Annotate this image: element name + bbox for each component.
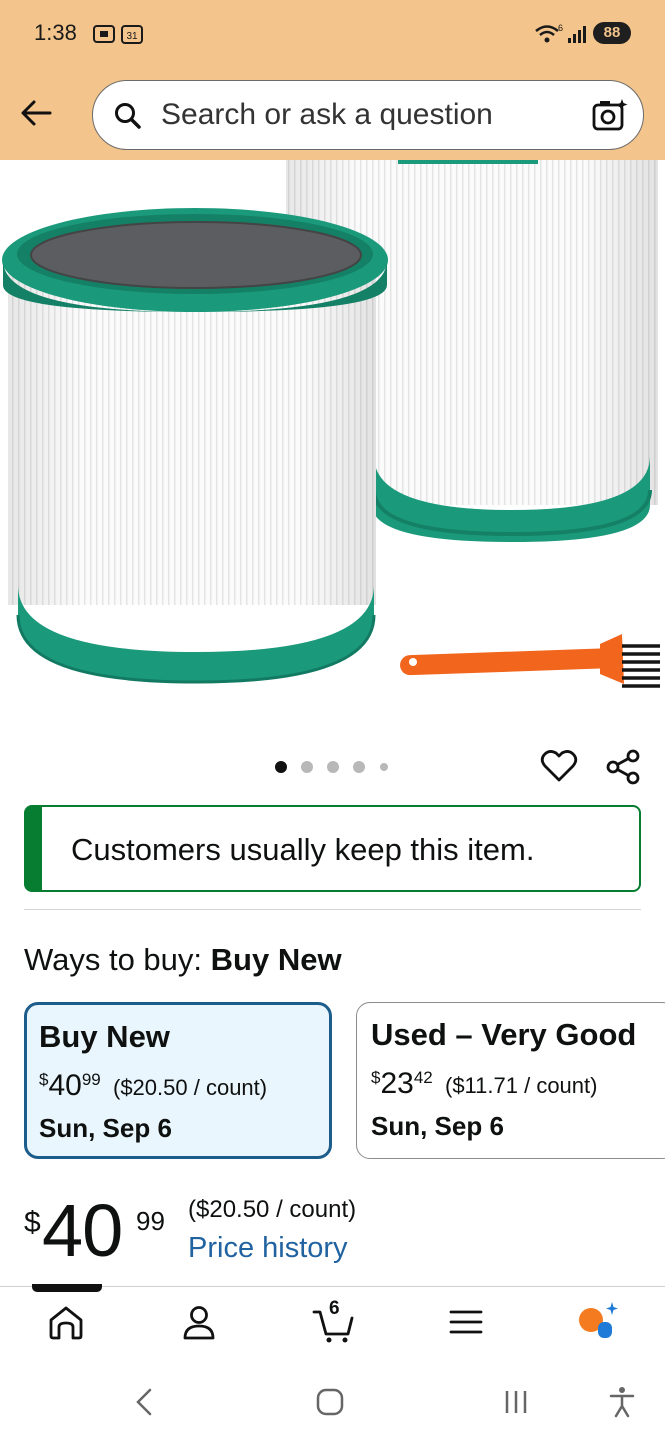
calendar-day: 31 — [126, 31, 138, 42]
product-image[interactable] — [0, 160, 665, 720]
notice-text: Customers usually keep this item. — [71, 832, 535, 867]
option-delivery: Sun, Sep 6 — [371, 1111, 504, 1141]
price-history-link[interactable]: Price history — [188, 1232, 348, 1265]
system-back-icon[interactable] — [130, 1384, 156, 1420]
option-delivery: Sun, Sep 6 — [39, 1113, 172, 1143]
system-recents-icon[interactable] — [498, 1384, 534, 1420]
search-bar[interactable]: Search or ask a question — [92, 80, 644, 150]
option-title: Buy New — [39, 1019, 170, 1054]
option-title: Used – Very Good — [371, 1017, 637, 1052]
search-input[interactable]: Search or ask a question — [161, 98, 493, 132]
header: 1:38 31 6 88 Search or ask a question — [0, 0, 665, 160]
price-currency: $ — [24, 1206, 41, 1239]
home-icon[interactable] — [46, 1300, 86, 1344]
carousel-dot[interactable] — [301, 761, 313, 773]
customers-keep-notice: Customers usually keep this item. — [24, 805, 641, 892]
carousel-dot[interactable] — [327, 761, 339, 773]
price-fraction: 99 — [136, 1206, 165, 1236]
cart-count-badge: 6 — [329, 1298, 340, 1319]
divider — [24, 909, 641, 910]
heart-icon[interactable] — [540, 748, 578, 784]
status-bar: 1:38 31 6 88 — [0, 0, 665, 66]
carousel-dot[interactable] — [275, 761, 287, 773]
share-icon[interactable] — [604, 748, 642, 786]
screenshot-icon — [93, 25, 115, 43]
account-icon[interactable] — [179, 1300, 219, 1344]
accessibility-icon[interactable] — [604, 1384, 640, 1420]
menu-icon[interactable] — [446, 1300, 486, 1344]
svg-text:6: 6 — [558, 23, 563, 33]
air-filter-image — [2, 160, 660, 688]
carousel-dot[interactable] — [353, 761, 365, 773]
option-price: $2342 ($11.71 / count) — [371, 1067, 598, 1100]
signal-icon — [568, 26, 586, 43]
search-icon — [115, 103, 141, 129]
buy-new-option[interactable]: Buy New $4099 ($20.50 / count) Sun, Sep … — [24, 1002, 332, 1159]
camera-search-icon[interactable] — [591, 97, 629, 133]
clock: 1:38 — [34, 20, 77, 45]
ways-selected: Buy New — [210, 942, 342, 977]
calendar-icon: 31 — [121, 25, 143, 44]
unit-price: ($20.50 / count) — [188, 1196, 357, 1223]
wifi-icon: 6 — [535, 23, 563, 43]
rufus-assistant-icon[interactable] — [576, 1300, 622, 1344]
carousel-dot[interactable] — [380, 763, 388, 771]
battery-indicator: 88 — [593, 22, 631, 44]
ways-label: Ways to buy: — [24, 942, 203, 977]
price-whole: 40 — [42, 1189, 123, 1272]
option-price: $4099 ($20.50 / count) — [39, 1069, 268, 1102]
active-tab-indicator — [32, 1284, 102, 1292]
used-very-good-option[interactable]: Used – Very Good $2342 ($11.71 / count) … — [356, 1002, 665, 1159]
system-home-icon[interactable] — [312, 1384, 348, 1420]
ways-to-buy-heading: Ways to buy: Buy New — [24, 942, 342, 978]
back-arrow-icon[interactable] — [18, 95, 54, 131]
